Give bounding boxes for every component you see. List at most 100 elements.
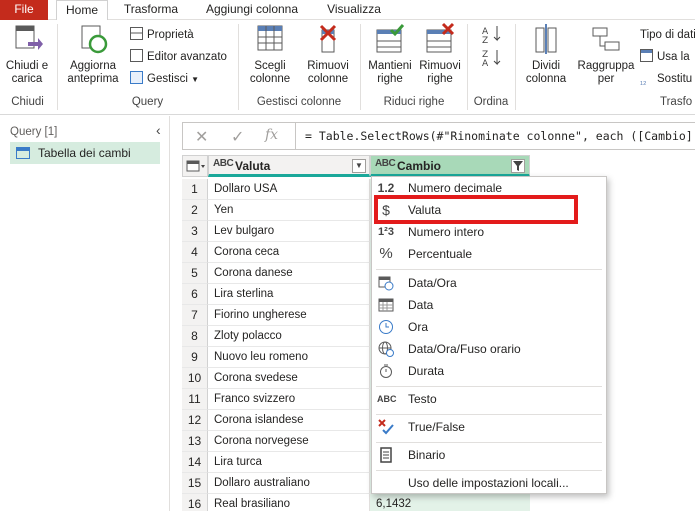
row-index[interactable]: 13: [182, 431, 208, 452]
menu-item-whole-number[interactable]: 1²3 Numero intero: [372, 221, 606, 243]
use-first-row-button[interactable]: Usa la: [640, 48, 690, 66]
group-label-riduci-righe: Riduci righe: [383, 96, 445, 108]
split-column-label: Dividi colonna: [525, 60, 567, 85]
confirm-formula-icon[interactable]: ✓: [231, 127, 244, 147]
svg-text:A: A: [482, 59, 489, 69]
row-index[interactable]: 15: [182, 473, 208, 494]
tab-file[interactable]: File: [0, 0, 48, 20]
menu-item-duration[interactable]: Durata: [372, 360, 606, 382]
cell-valuta[interactable]: Fiorino ungherese: [208, 305, 370, 326]
properties-label: Proprietà: [147, 29, 194, 41]
data-type-button[interactable]: Tipo di dati: [640, 26, 695, 44]
query-panel: Query [1] ‹ Tabella dei cambi: [0, 116, 170, 511]
cell-valuta[interactable]: Real brasiliano: [208, 494, 370, 511]
row-index[interactable]: 3: [182, 221, 208, 242]
menu-item-label: Data: [408, 298, 434, 312]
clock-icon: [377, 319, 395, 335]
datetime-icon: [377, 275, 395, 291]
cell-valuta[interactable]: Nuovo leu romeno: [208, 347, 370, 368]
row-index[interactable]: 9: [182, 347, 208, 368]
tab-aggiungi-colonna[interactable]: Aggiungi colonna: [196, 0, 308, 20]
cell-valuta[interactable]: Lev bulgaro: [208, 221, 370, 242]
ribbon-separator: [515, 24, 516, 110]
close-and-load-button[interactable]: Chiudi e carica: [2, 22, 52, 86]
row-index[interactable]: 12: [182, 410, 208, 431]
column-header-label: Cambio: [397, 159, 442, 173]
group-by-button[interactable]: Raggruppa per: [576, 22, 636, 86]
cell-valuta[interactable]: Yen: [208, 200, 370, 221]
row-index[interactable]: 4: [182, 242, 208, 263]
text-type-icon[interactable]: ABC: [213, 158, 234, 169]
cell-valuta[interactable]: Dollaro USA: [208, 179, 370, 200]
menu-item-datetime-timezone[interactable]: Data/Ora/Fuso orario: [372, 338, 606, 360]
cell-valuta[interactable]: Franco svizzero: [208, 389, 370, 410]
menu-item-date[interactable]: Data: [372, 294, 606, 316]
split-column-button[interactable]: Dividi colonna: [518, 22, 574, 86]
row-index[interactable]: 11: [182, 389, 208, 410]
ribbon-separator: [238, 24, 239, 110]
choose-columns-button[interactable]: Scegli colonne: [242, 22, 298, 86]
row-index[interactable]: 6: [182, 284, 208, 305]
row-index[interactable]: 5: [182, 263, 208, 284]
refresh-preview-button[interactable]: Aggiorna anteprima: [62, 22, 124, 86]
filter-dropdown-button[interactable]: ▼: [352, 159, 366, 173]
menu-item-text[interactable]: ABC Testo: [372, 388, 606, 410]
cell-valuta[interactable]: Corona svedese: [208, 368, 370, 389]
advanced-editor-label: Editor avanzato: [147, 51, 227, 63]
cell-valuta[interactable]: Corona ceca: [208, 242, 370, 263]
fx-icon[interactable]: fx: [265, 127, 278, 143]
cell-valuta[interactable]: Lira sterlina: [208, 284, 370, 305]
advanced-editor-button[interactable]: Editor avanzato: [130, 48, 227, 66]
ribbon-separator: [360, 24, 361, 110]
formula-input[interactable]: = Table.SelectRows(#"Rinominate colonne"…: [305, 129, 695, 143]
keep-rows-icon: [373, 22, 407, 56]
row-index[interactable]: 1: [182, 179, 208, 200]
row-index[interactable]: 14: [182, 452, 208, 473]
row-index[interactable]: 10: [182, 368, 208, 389]
group-label-trasforma: Trasfo: [660, 96, 693, 108]
cell-cambio[interactable]: 6,1432: [370, 494, 530, 511]
remove-columns-button[interactable]: Rimuovi colonne: [300, 22, 356, 86]
manage-button[interactable]: Gestisci ▼: [130, 70, 199, 88]
tab-visualizza[interactable]: Visualizza: [318, 0, 390, 20]
group-by-label: Raggruppa per: [577, 60, 635, 85]
row-index[interactable]: 2: [182, 200, 208, 221]
cell-valuta[interactable]: Dollaro australiano: [208, 473, 370, 494]
menu-item-percentage[interactable]: % Percentuale: [372, 243, 606, 265]
row-index[interactable]: 8: [182, 326, 208, 347]
properties-button[interactable]: Proprietà: [130, 26, 194, 44]
cell-valuta[interactable]: Lira turca: [208, 452, 370, 473]
sort-buttons[interactable]: A Z Z A: [475, 22, 509, 74]
column-header-cambio[interactable]: ABC Cambio: [370, 155, 530, 177]
group-label-ordina: Ordina: [473, 96, 509, 108]
menu-item-binary[interactable]: Binario: [372, 444, 606, 466]
keep-rows-button[interactable]: Mantieni righe: [364, 22, 416, 86]
row-index[interactable]: 7: [182, 305, 208, 326]
menu-item-time[interactable]: Ora: [372, 316, 606, 338]
remove-rows-label: Rimuovi righe: [419, 60, 461, 85]
tab-home[interactable]: Home: [56, 0, 108, 21]
remove-columns-label: Rimuovi colonne: [307, 60, 349, 85]
text-type-icon[interactable]: ABC: [375, 158, 396, 169]
tab-trasforma[interactable]: Trasforma: [112, 0, 190, 20]
table-menu-button[interactable]: [182, 155, 208, 177]
filter-applied-icon[interactable]: [511, 159, 525, 173]
menu-item-locale[interactable]: Uso delle impostazioni locali...: [372, 472, 606, 494]
collapse-panel-icon[interactable]: ‹: [156, 122, 161, 138]
cell-valuta[interactable]: Corona norvegese: [208, 431, 370, 452]
replace-values-button[interactable]: ₁₂ Sostitu: [640, 70, 692, 88]
cell-valuta[interactable]: Corona islandese: [208, 410, 370, 431]
binary-icon: [377, 447, 395, 463]
remove-rows-button[interactable]: Rimuovi righe: [416, 22, 464, 86]
row-index[interactable]: 16: [182, 494, 208, 511]
choose-columns-icon: [253, 22, 287, 56]
cancel-formula-icon[interactable]: ✕: [195, 127, 208, 147]
cell-valuta[interactable]: Zloty polacco: [208, 326, 370, 347]
menu-item-label: Durata: [408, 364, 445, 378]
ribbon-tab-bar: File Home Trasforma Aggiungi colonna Vis…: [0, 0, 695, 21]
column-header-valuta[interactable]: ABC Valuta ▼: [208, 155, 370, 177]
menu-item-true-false[interactable]: True/False: [372, 416, 606, 438]
cell-valuta[interactable]: Corona danese: [208, 263, 370, 284]
menu-item-datetime[interactable]: Data/Ora: [372, 272, 606, 294]
query-item[interactable]: Tabella dei cambi: [10, 142, 160, 164]
